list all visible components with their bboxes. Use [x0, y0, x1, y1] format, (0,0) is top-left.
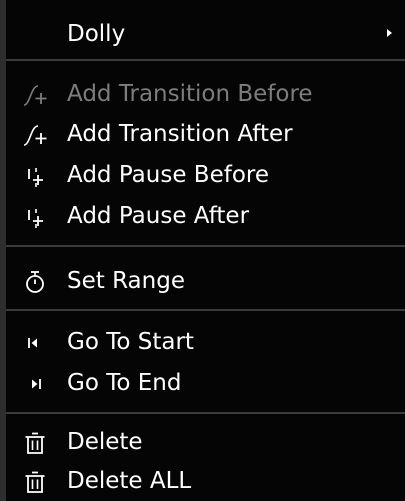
- menu-item-label: Add Pause Before: [67, 162, 269, 188]
- menu-item-label: Go To Start: [67, 329, 194, 355]
- menu-item-add-pause-after[interactable]: Add Pause After: [6, 196, 405, 236]
- menu-item-label: Add Transition Before: [67, 81, 313, 107]
- trash-icon: [22, 430, 48, 456]
- menu-item-label: Set Range: [67, 268, 185, 294]
- submenu-arrow-icon: [387, 29, 392, 37]
- transition-curve-plus-icon: [22, 82, 48, 108]
- menu-item-add-pause-before[interactable]: Add Pause Before: [6, 155, 405, 195]
- menu-item-delete-all[interactable]: Delete ALL: [6, 461, 405, 501]
- menu-item-label: Add Transition After: [67, 121, 293, 147]
- menu-item-delete[interactable]: Delete: [6, 422, 405, 462]
- trash-icon: [22, 469, 48, 495]
- menu-item-label: Delete: [67, 429, 143, 455]
- menu-item-set-range[interactable]: Set Range: [6, 261, 405, 301]
- menu-separator: [6, 309, 405, 311]
- skip-to-start-icon: [22, 330, 48, 356]
- menu-item-go-to-end[interactable]: Go To End: [6, 363, 405, 403]
- menu-separator: [6, 412, 405, 414]
- menu-item-add-transition-before[interactable]: Add Transition Before: [6, 74, 405, 114]
- menu-item-label: Go To End: [67, 370, 182, 396]
- menu-item-add-transition-after[interactable]: Add Transition After: [6, 114, 405, 154]
- menu-item-go-to-start[interactable]: Go To Start: [6, 322, 405, 362]
- menu-separator: [6, 59, 405, 61]
- skip-to-end-icon: [22, 371, 48, 397]
- menu-item-dolly[interactable]: Dolly: [6, 14, 405, 54]
- pause-bar-plus-icon: [22, 204, 48, 230]
- context-menu: Dolly Add Transition Before Add Transiti…: [0, 0, 405, 501]
- pause-bar-plus-icon: [22, 163, 48, 189]
- menu-separator: [6, 245, 405, 247]
- menu-item-label: Dolly: [67, 21, 126, 47]
- menu-item-label: Delete ALL: [67, 468, 192, 494]
- stopwatch-icon: [22, 269, 48, 295]
- menu-item-label: Add Pause After: [67, 203, 250, 229]
- transition-curve-plus-icon: [22, 122, 48, 148]
